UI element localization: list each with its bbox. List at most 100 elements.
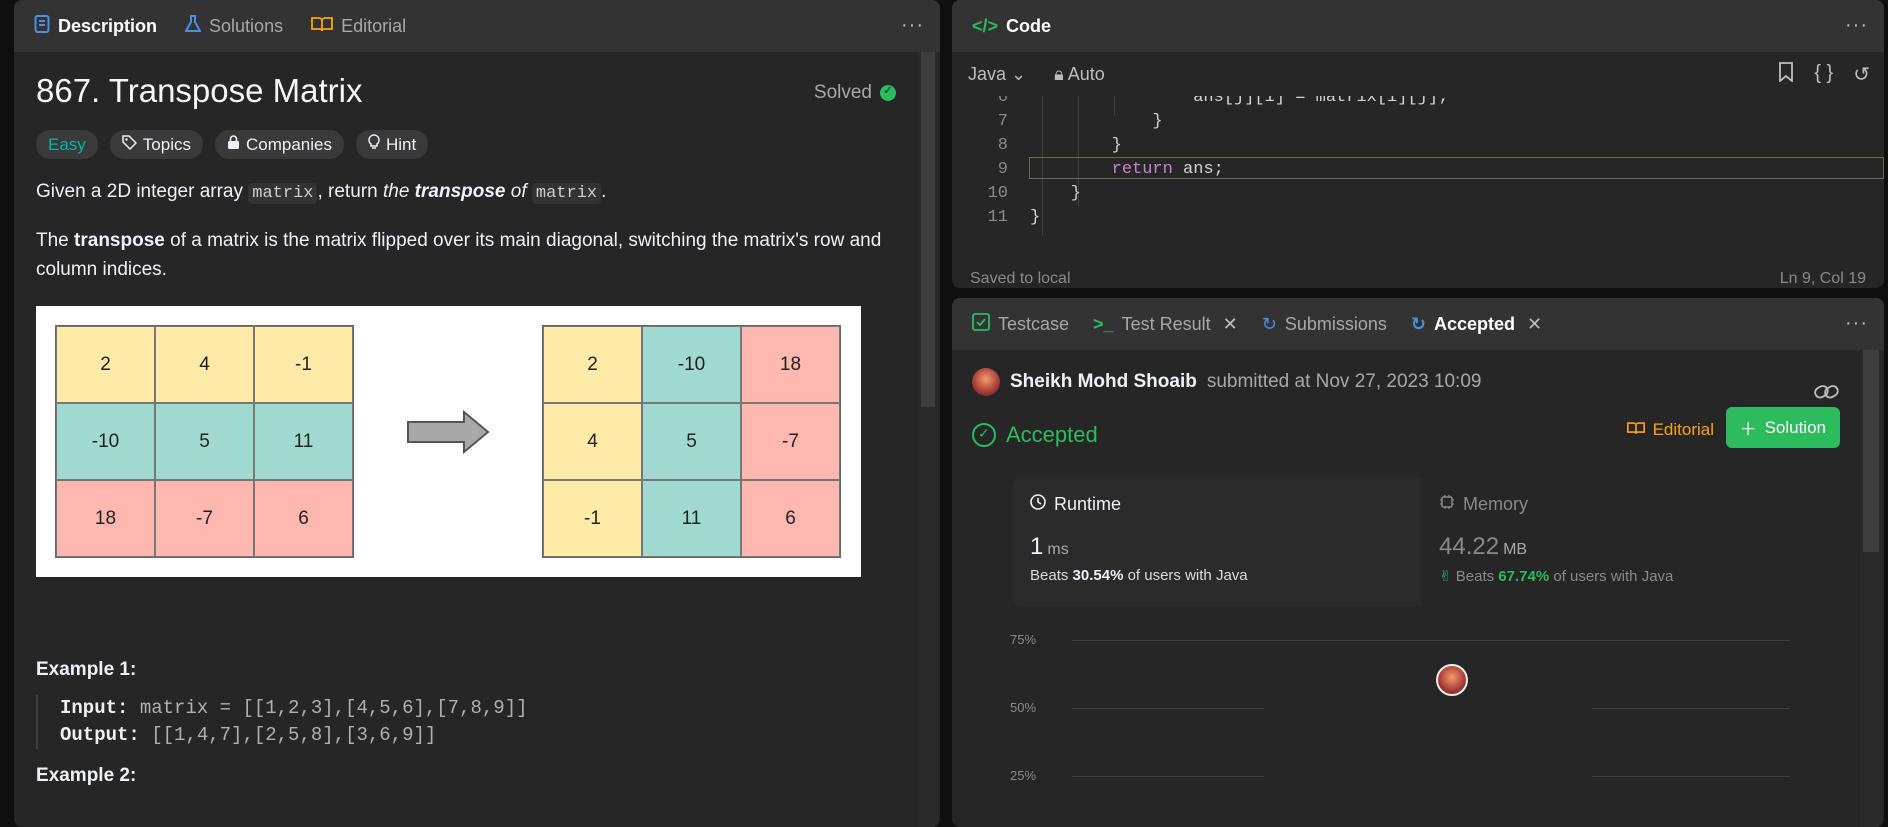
editorial-label: Editorial xyxy=(1652,420,1714,439)
code-editor[interactable]: 6 ans[j][i] = matrix[i][j]; 7 } 8 } 9 retur… xyxy=(952,96,1884,258)
matrix-cell: -7 xyxy=(741,403,840,480)
matrix-cell: -7 xyxy=(155,480,254,557)
code-toolbar-actions: { } ↺ xyxy=(1778,62,1870,88)
editorial-button[interactable]: Editorial xyxy=(1626,420,1714,440)
text-segment: Beats xyxy=(1455,568,1499,585)
keyword: return xyxy=(1111,160,1173,179)
code-line[interactable]: ans[j][i] = matrix[i][j]; xyxy=(1030,96,1448,107)
chip-icon xyxy=(1439,494,1455,515)
text-segment: transpose xyxy=(74,230,165,251)
tab-code[interactable]: </> Code xyxy=(972,16,1051,37)
problem-statement-1: Given a 2D integer array matrix, return … xyxy=(36,177,918,208)
text-segment: The xyxy=(36,230,75,251)
example-1-input-line: Input: matrix = [[1,2,3],[4,5,6],[7,8,9]… xyxy=(60,695,918,722)
gridline xyxy=(1592,708,1790,709)
gridline xyxy=(1072,640,1790,641)
problem-tags: Easy Topics Companies Hint xyxy=(36,130,918,159)
lock-icon: 🔒︎ xyxy=(1054,63,1064,84)
inline-code: matrix xyxy=(248,183,318,204)
close-icon[interactable]: ✕ xyxy=(1223,314,1238,335)
matrix-cell: 11 xyxy=(642,480,741,557)
plus-icon: ＋ xyxy=(1739,420,1757,439)
checkbox-icon xyxy=(972,312,990,336)
distribution-chart: 75% 50% 25% xyxy=(972,628,1864,827)
more-options-icon[interactable]: ··· xyxy=(1845,312,1868,335)
hands-icon: ✌︎ xyxy=(1439,568,1452,585)
topics-tag[interactable]: Topics xyxy=(109,130,203,159)
hint-tag[interactable]: Hint xyxy=(355,130,429,159)
user-position-marker[interactable] xyxy=(1436,664,1468,696)
matrix-cell: 11 xyxy=(254,403,353,480)
tab-accepted-label: Accepted xyxy=(1433,313,1515,334)
matrix-cell: 2 xyxy=(56,326,155,403)
difficulty-badge: Easy xyxy=(36,130,98,159)
tab-submissions-label: Submissions xyxy=(1284,313,1387,334)
reset-icon[interactable]: ↺ xyxy=(1853,62,1870,88)
example-1-block: Input: matrix = [[1,2,3],[4,5,6],[7,8,9]… xyxy=(36,695,918,749)
problem-statement-2: The transpose of a matrix is the matrix … xyxy=(36,226,918,284)
text-segment: transpose xyxy=(414,181,506,202)
runtime-card[interactable]: Runtime 1 ms Beats 30.54% of users with J… xyxy=(1012,478,1421,606)
arrow-right-icon xyxy=(407,410,490,454)
matrix-cell: -10 xyxy=(642,326,741,403)
code-line[interactable]: return ans; xyxy=(1030,160,1224,179)
avatar[interactable] xyxy=(972,368,1000,396)
text-segment: Given a 2D integer array xyxy=(36,181,249,202)
submitted-time: submitted at Nov 27, 2023 10:09 xyxy=(1206,371,1482,392)
text-segment: the xyxy=(382,181,415,202)
tab-test-result[interactable]: >_ Test Result ✕ xyxy=(1093,314,1238,335)
lightbulb-icon xyxy=(368,134,380,155)
runtime-beats: Beats 30.54% of users with Java xyxy=(1030,567,1403,584)
matrix-cell: 2 xyxy=(543,326,642,403)
hint-label: Hint xyxy=(385,134,417,154)
accepted-row: Accepted Editorial ＋ Solution xyxy=(972,407,1864,448)
solution-label: Solution xyxy=(1764,417,1826,437)
bookmark-icon[interactable] xyxy=(1778,62,1794,88)
matrix-cell: 4 xyxy=(543,403,642,480)
format-braces-icon[interactable]: { } xyxy=(1814,62,1833,88)
close-icon[interactable]: ✕ xyxy=(1527,314,1542,335)
code-line[interactable]: } xyxy=(1030,112,1162,131)
tab-submissions[interactable]: ↻ Submissions xyxy=(1262,314,1387,335)
share-link-icon[interactable] xyxy=(1814,382,1840,408)
tab-accepted[interactable]: ↻ Accepted ✕ xyxy=(1411,314,1542,335)
memory-value: 44.22 xyxy=(1439,533,1500,560)
example-2-title: Example 2: xyxy=(36,765,137,786)
matrix-cell: -1 xyxy=(254,326,353,403)
more-options-icon[interactable]: ··· xyxy=(901,14,924,37)
example-1-title: Example 1: xyxy=(36,659,137,680)
accepted-status: Accepted xyxy=(972,422,1098,448)
tab-editorial[interactable]: Editorial xyxy=(311,16,406,37)
clock-icon xyxy=(1030,494,1046,515)
runtime-value: 1 xyxy=(1030,533,1044,560)
code-line[interactable]: } xyxy=(1030,184,1081,203)
tab-description[interactable]: Description xyxy=(34,14,157,38)
line-number: 11 xyxy=(987,208,1008,227)
auto-mode[interactable]: 🔒︎ Auto xyxy=(1054,64,1105,85)
tab-test-result-label: Test Result xyxy=(1121,313,1211,334)
solution-button[interactable]: ＋ Solution xyxy=(1725,407,1840,448)
matrix-cell: 5 xyxy=(642,403,741,480)
code-text: ans; xyxy=(1172,160,1224,179)
username[interactable]: Sheikh Mohd Shoaib xyxy=(1010,371,1197,393)
submission-info: Sheikh Mohd Shoaib submitted at Nov 27, … xyxy=(972,368,1864,399)
tab-solutions[interactable]: Solutions xyxy=(184,14,283,38)
problem-title[interactable]: 867. Transpose Matrix xyxy=(36,72,918,110)
language-select[interactable]: Java ⌄ xyxy=(968,64,1026,85)
saved-status: Saved to local xyxy=(970,270,1071,287)
code-line[interactable]: } xyxy=(1030,136,1122,155)
matrix-cell: 18 xyxy=(56,480,155,557)
companies-tag[interactable]: Companies xyxy=(214,130,344,159)
tab-testcase[interactable]: Testcase xyxy=(972,312,1069,336)
chart-y-label: 25% xyxy=(1010,768,1037,783)
more-options-icon[interactable]: ··· xyxy=(1845,14,1868,37)
code-line[interactable]: } xyxy=(1030,208,1040,227)
input-label: Input: xyxy=(60,697,129,719)
matrix-cell: 18 xyxy=(741,326,840,403)
memory-card[interactable]: Memory 44.22 MB ✌︎ Beats 67.74% of users … xyxy=(1421,478,1830,606)
inline-code: matrix xyxy=(531,183,602,204)
code-tabbar: </> Code ··· xyxy=(952,0,1884,52)
companies-label: Companies xyxy=(245,134,332,154)
document-icon xyxy=(34,14,50,38)
